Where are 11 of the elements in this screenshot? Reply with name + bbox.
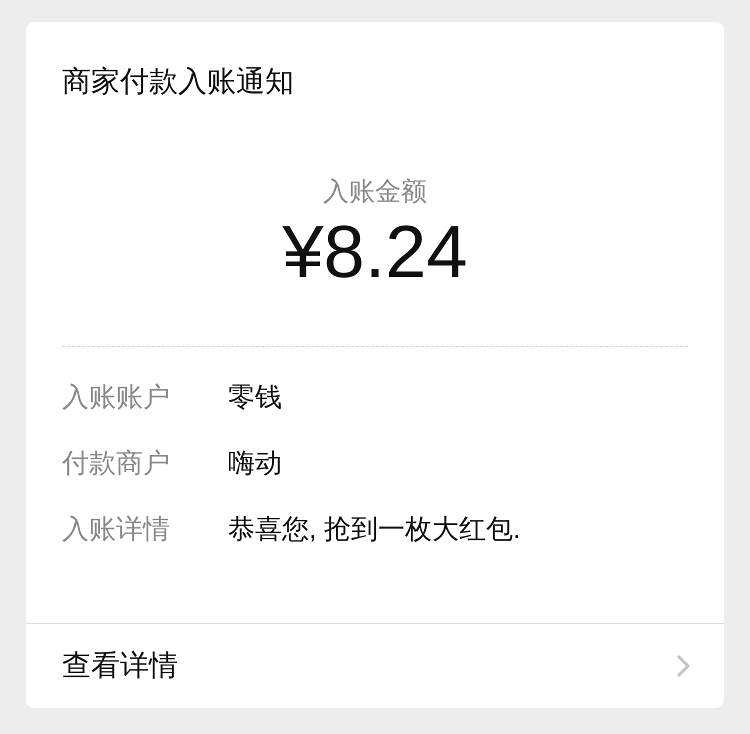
chevron-right-icon[interactable]: [676, 654, 690, 678]
detail-label: 付款商户: [62, 447, 171, 480]
detail-value: 嗨动: [228, 447, 282, 480]
detail-label: 入账账户: [62, 381, 171, 414]
amount-label: 入账金额: [323, 175, 427, 208]
amount-value: ¥8.24: [282, 210, 468, 294]
view-details-link[interactable]: 查看详情: [62, 646, 178, 686]
detail-value: 零钱: [228, 381, 282, 414]
detail-label: 入账详情: [62, 513, 171, 546]
detail-value: 恭喜您, 抢到一枚大红包.: [228, 513, 521, 546]
card-title: 商家付款入账通知: [62, 65, 294, 100]
